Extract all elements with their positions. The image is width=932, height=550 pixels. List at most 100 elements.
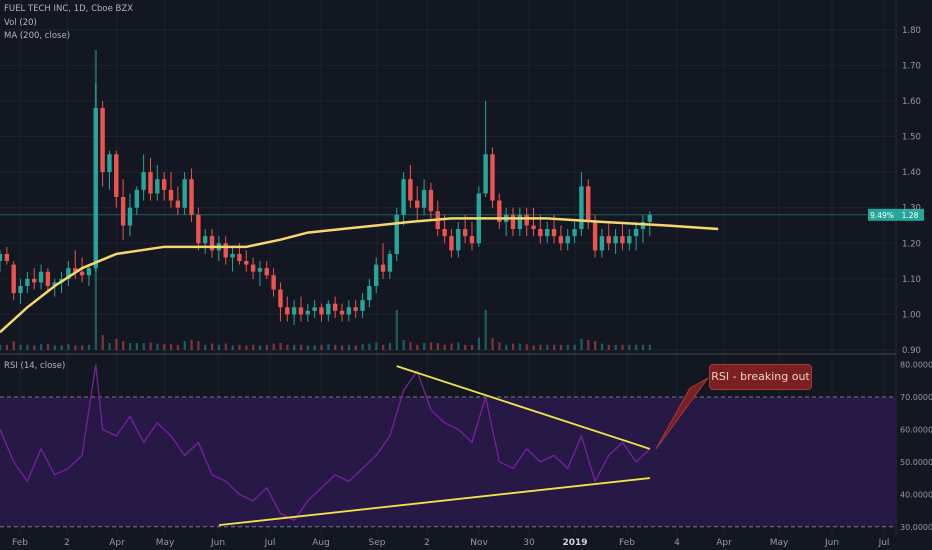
candle-body[interactable] [11, 264, 16, 294]
candle-body[interactable] [271, 275, 276, 290]
candle-body[interactable] [565, 236, 570, 244]
candle-body[interactable] [394, 214, 399, 254]
candle-body[interactable] [579, 186, 584, 230]
candle-body[interactable] [18, 285, 23, 294]
candle-body[interactable] [257, 268, 263, 272]
candle-body[interactable] [606, 236, 611, 244]
candle-body[interactable] [93, 108, 98, 269]
candle-body[interactable] [25, 278, 30, 286]
volume-bar [587, 340, 590, 350]
candle-body[interactable] [517, 214, 523, 230]
candle-body[interactable] [291, 307, 297, 315]
candle-body[interactable] [449, 236, 454, 251]
candle-body[interactable] [196, 214, 201, 244]
candle-body[interactable] [490, 154, 495, 201]
candle-body[interactable] [285, 307, 290, 315]
candle-body[interactable] [134, 189, 139, 208]
candle-body[interactable] [209, 236, 215, 251]
x-tick-label: 2 [64, 538, 70, 548]
candle-body[interactable] [380, 264, 386, 272]
candle-body[interactable] [100, 108, 105, 173]
volume-bar [135, 343, 138, 350]
candle-body[interactable] [312, 307, 317, 311]
candle-body[interactable] [572, 229, 577, 237]
candle-body[interactable] [189, 179, 194, 215]
volume-bar [108, 343, 111, 350]
candle-body[interactable] [415, 200, 420, 208]
candle-body[interactable] [627, 236, 632, 244]
candle-body[interactable] [79, 271, 85, 276]
candle-body[interactable] [551, 229, 557, 237]
candle-body[interactable] [462, 229, 468, 237]
candle-body[interactable] [586, 186, 591, 222]
candle-body[interactable] [155, 179, 160, 194]
volume-bar [539, 344, 542, 350]
candle-body[interactable] [244, 261, 249, 265]
candle-body[interactable] [148, 172, 153, 194]
candle-body[interactable] [182, 179, 187, 208]
candle-body[interactable] [120, 197, 126, 226]
candle-body[interactable] [442, 229, 447, 237]
candle-body[interactable] [456, 229, 461, 251]
candle-body[interactable] [86, 268, 92, 276]
candle-body[interactable] [4, 253, 10, 262]
candle-body[interactable] [633, 229, 639, 237]
candle-body[interactable] [250, 264, 256, 272]
rsi-band [0, 396, 896, 527]
candle-body[interactable] [346, 307, 352, 315]
candle-body[interactable] [326, 303, 331, 315]
volume-bar [156, 343, 159, 350]
candle-body[interactable] [332, 303, 338, 311]
candle-body[interactable] [387, 253, 393, 272]
candle-body[interactable] [353, 307, 358, 311]
candle-body[interactable] [264, 268, 269, 276]
candle-body[interactable] [237, 253, 242, 262]
candle-body[interactable] [538, 229, 543, 237]
candle-body[interactable] [230, 253, 235, 258]
candle-body[interactable] [421, 189, 427, 208]
candle-body[interactable] [592, 221, 598, 251]
volume-bar [327, 344, 330, 350]
candle-body[interactable] [360, 300, 365, 311]
candle-body[interactable] [319, 307, 324, 315]
volume-bar [115, 338, 118, 350]
candle-body[interactable] [203, 236, 208, 244]
candle-body[interactable] [223, 243, 228, 258]
candle-body[interactable] [545, 229, 550, 237]
candle-body[interactable] [558, 236, 564, 244]
candle-body[interactable] [168, 189, 174, 201]
candle-body[interactable] [599, 236, 605, 251]
volume-bar [231, 345, 234, 350]
candle-body[interactable] [367, 285, 372, 301]
candle-body[interactable] [531, 225, 536, 230]
volume-bar [19, 344, 22, 350]
candle-body[interactable] [510, 214, 516, 230]
candle-body[interactable] [305, 310, 310, 315]
candle-body[interactable] [620, 236, 625, 244]
candle-body[interactable] [524, 214, 529, 226]
candle-body[interactable] [613, 236, 618, 244]
candle-body[interactable] [161, 179, 167, 190]
candle-body[interactable] [469, 236, 475, 244]
candle-body[interactable] [483, 154, 488, 194]
candle-body[interactable] [408, 179, 413, 201]
candle-body[interactable] [401, 179, 406, 215]
candle-body[interactable] [127, 207, 133, 226]
candle-body[interactable] [107, 154, 112, 173]
candle-body[interactable] [428, 189, 434, 212]
candle-body[interactable] [374, 264, 379, 286]
candle-body[interactable] [278, 289, 283, 308]
volume-bar [566, 344, 569, 350]
candle-body[interactable] [647, 214, 652, 222]
volume-bar [33, 345, 36, 350]
candle-body[interactable] [38, 271, 44, 283]
candle-body[interactable] [298, 307, 304, 315]
candle-body[interactable] [175, 200, 181, 208]
candle-body[interactable] [339, 310, 345, 315]
candle-body[interactable] [45, 271, 51, 286]
candle-body[interactable] [0, 253, 3, 262]
candle-body[interactable] [32, 278, 37, 283]
candle-body[interactable] [141, 172, 146, 190]
candle-body[interactable] [114, 154, 119, 198]
volume-bar [600, 343, 604, 350]
